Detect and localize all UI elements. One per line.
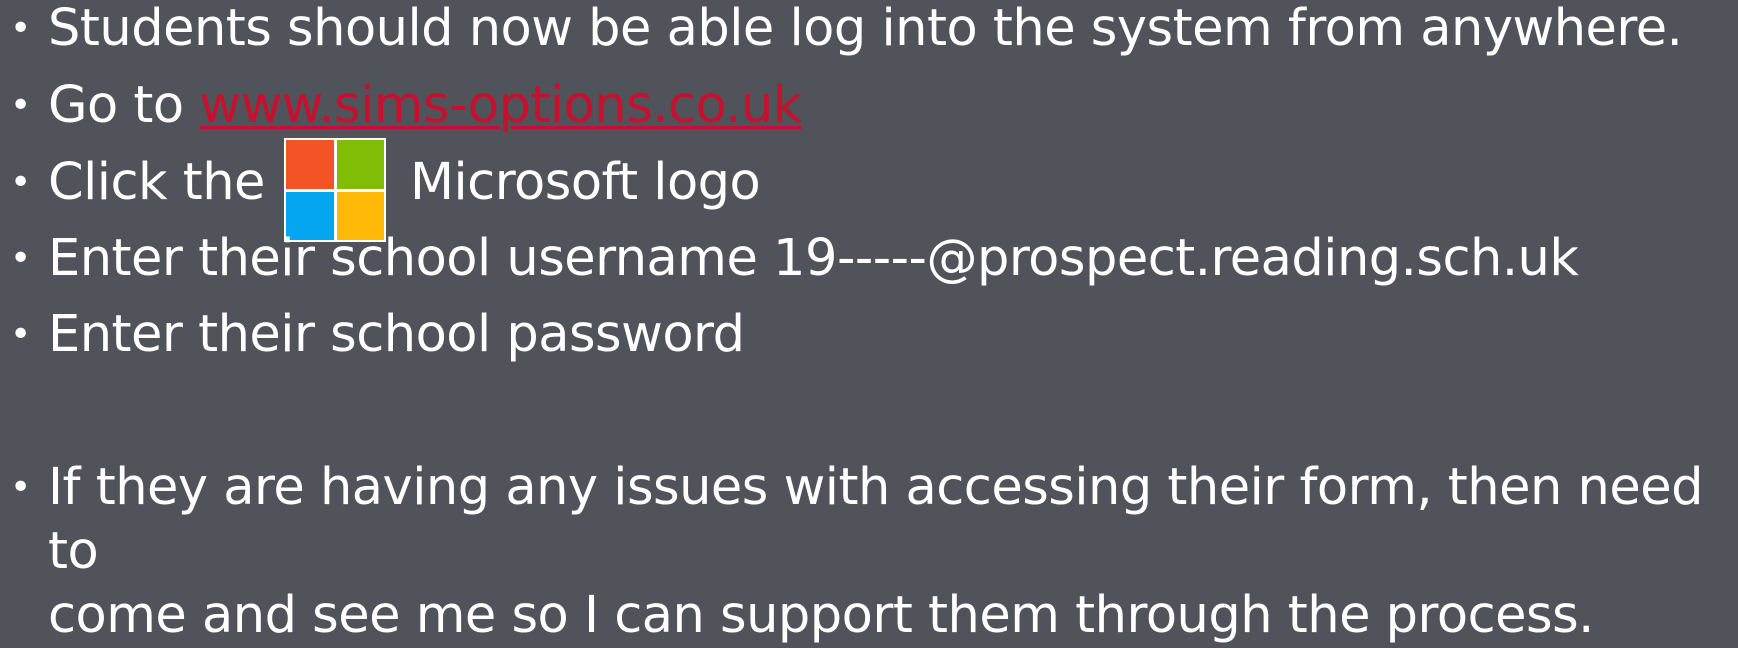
bullet-text: Go to www.sims-options.co.uk [48,74,802,138]
goto-prefix: Go to [48,76,200,135]
bullet-text: Students should now be able log into the… [48,0,1683,58]
bullet-dot: • [10,162,31,203]
microsoft-logo-label: Microsoft logo [410,153,761,212]
support-line-1: If they are having any issues with acces… [48,458,1703,581]
bullet-dot: • [10,8,31,49]
bullet-text: Enter their school password [48,305,745,364]
bullet-item-support: If they are having any issues with acces… [48,456,1728,648]
logo-red-square [286,140,334,189]
slide: • Students should now be able log into t… [0,0,1738,645]
click-the-label: Click the [48,153,265,212]
logo-green-square [336,140,384,189]
bullet-dot: • [10,238,31,279]
sims-options-link[interactable]: www.sims-options.co.uk [199,76,802,135]
bullet-dot: • [10,467,32,508]
bullet-text: Enter their school username 19-----@pros… [48,229,1579,288]
support-line-2: come and see me so I can support them th… [48,586,1594,645]
bullet-dot: • [10,85,31,126]
bullet-dot: • [10,314,31,355]
